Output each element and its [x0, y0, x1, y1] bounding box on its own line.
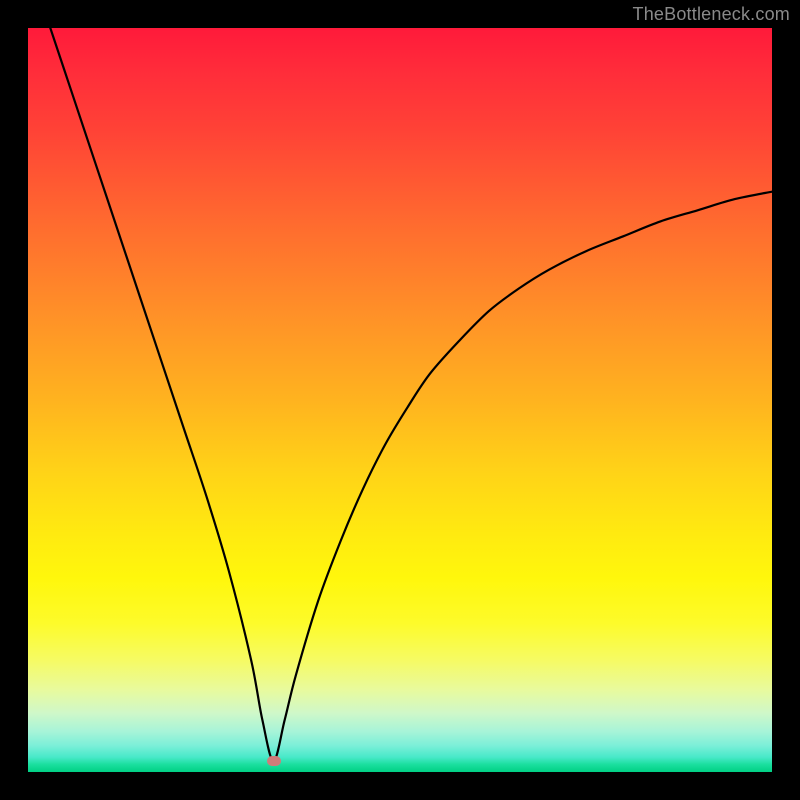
bottleneck-curve	[50, 28, 772, 761]
curve-svg	[28, 28, 772, 772]
optimum-marker	[267, 756, 281, 766]
watermark-text: TheBottleneck.com	[633, 4, 790, 25]
chart-stage: TheBottleneck.com	[0, 0, 800, 800]
plot-area	[28, 28, 772, 772]
